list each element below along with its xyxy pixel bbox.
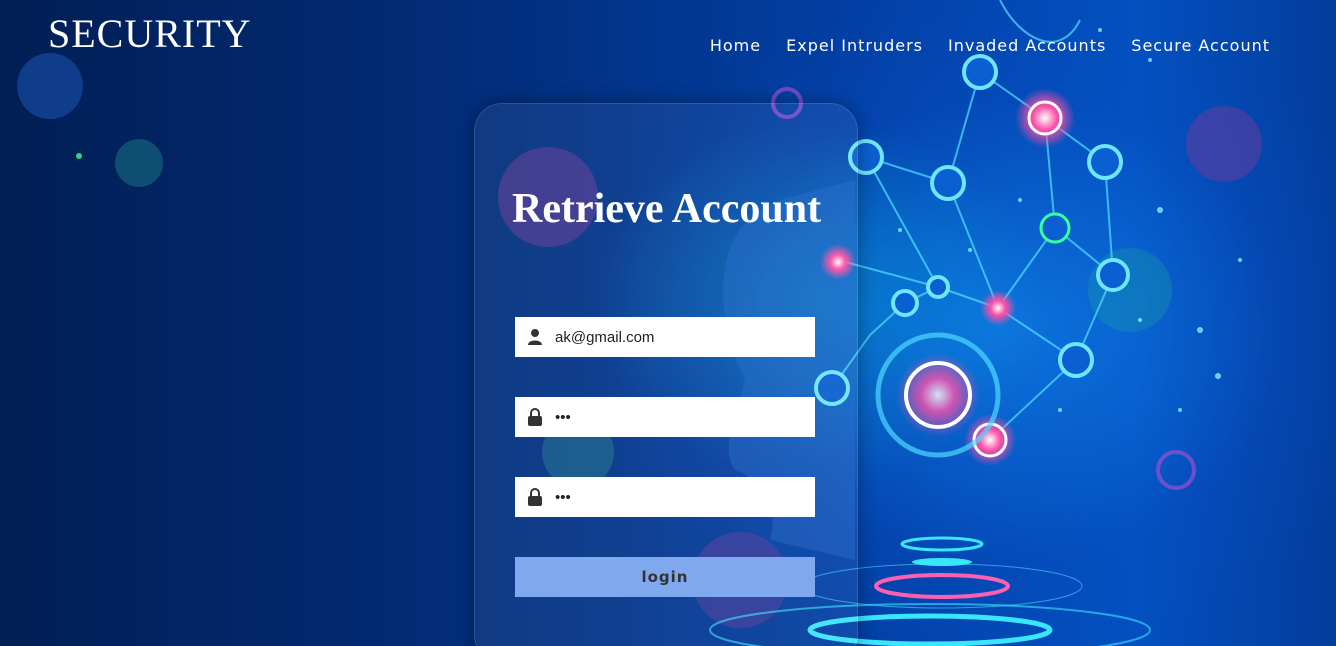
user-icon (515, 317, 555, 357)
nav-home[interactable]: Home (710, 36, 761, 55)
email-field[interactable] (515, 317, 815, 357)
login-button[interactable]: login (515, 557, 815, 597)
nav-secure-account[interactable]: Secure Account (1131, 36, 1270, 55)
password-field[interactable] (515, 397, 815, 437)
top-nav: Home Expel Intruders Invaded Accounts Se… (710, 36, 1270, 55)
form-title: Retrieve Account (512, 186, 822, 232)
lock-icon (515, 397, 555, 437)
brand-logo: SECURITY (48, 11, 252, 56)
nav-expel-intruders[interactable]: Expel Intruders (786, 36, 923, 55)
confirm-password-field[interactable] (515, 477, 815, 517)
email-input[interactable] (555, 317, 805, 357)
nav-invaded-accounts[interactable]: Invaded Accounts (948, 36, 1106, 55)
confirm-password-input[interactable] (555, 477, 805, 517)
lock-icon (515, 477, 555, 517)
password-input[interactable] (555, 397, 805, 437)
